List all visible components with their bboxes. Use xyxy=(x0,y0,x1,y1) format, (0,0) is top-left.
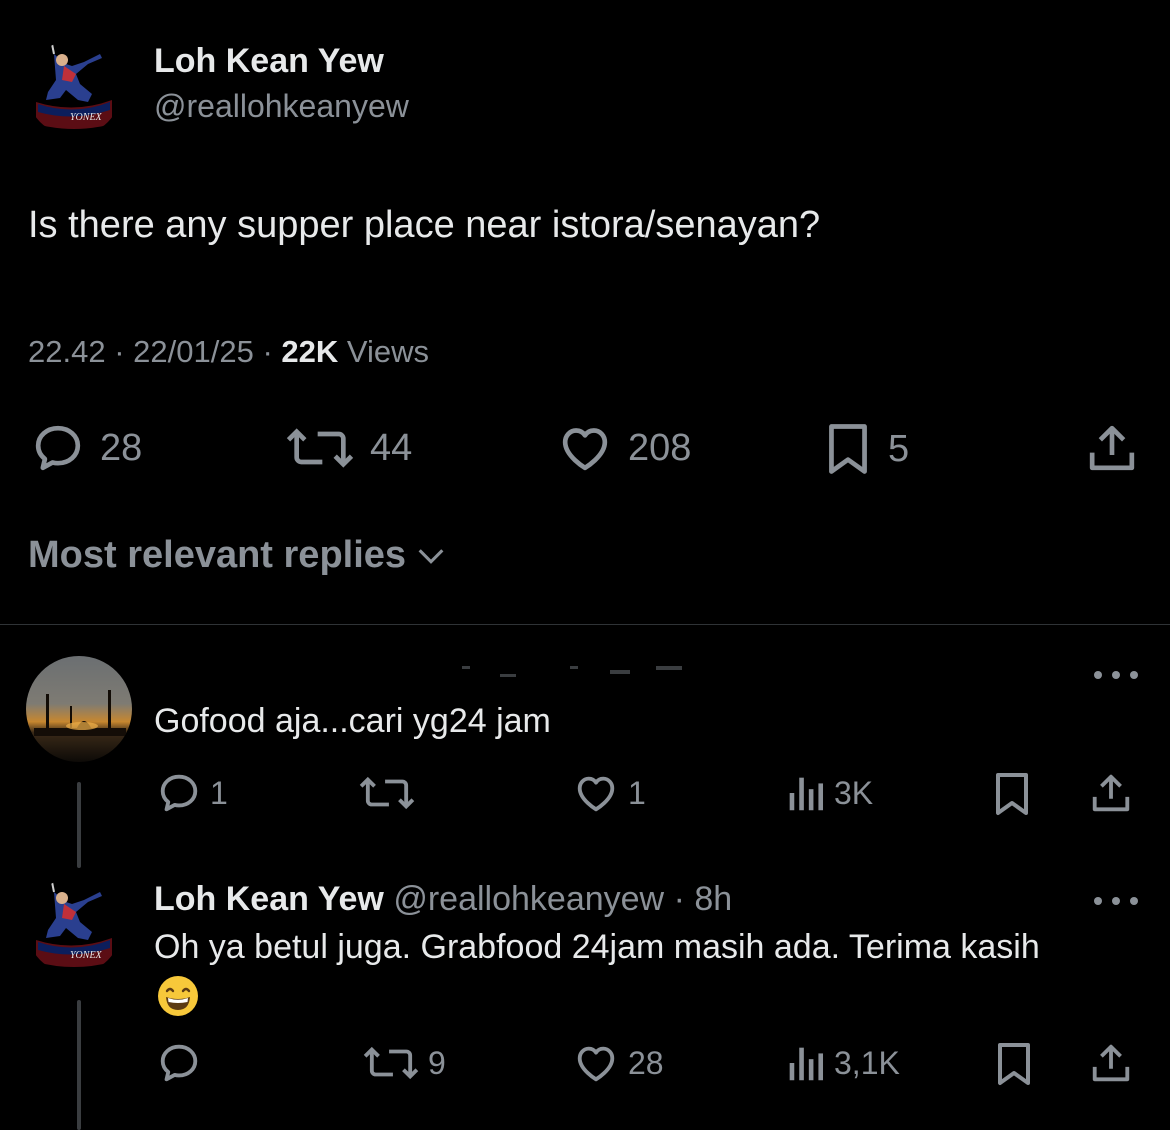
bookmark-count: 5 xyxy=(888,427,910,470)
reply-time[interactable]: 8h xyxy=(694,880,732,918)
like-icon xyxy=(577,776,615,812)
share-button[interactable] xyxy=(1084,420,1140,476)
reply-header: Loh Kean Yew @reallohkeanyew · 8h xyxy=(154,880,732,919)
reply-icon xyxy=(160,1044,198,1082)
like-icon xyxy=(562,428,608,471)
sort-replies-label: Most relevant replies xyxy=(28,534,407,576)
author-name[interactable]: Loh Kean Yew xyxy=(154,42,384,81)
repost-icon xyxy=(363,1046,419,1080)
reply-avatar[interactable]: YONEX xyxy=(26,878,122,974)
thread-line xyxy=(77,1000,81,1130)
bookmark-button[interactable]: 5 xyxy=(822,420,909,478)
tweet-time[interactable]: 22.42 xyxy=(28,334,106,369)
more-options-button[interactable] xyxy=(1094,668,1138,682)
repost-button[interactable]: 9 xyxy=(362,1040,446,1086)
bookmark-button[interactable] xyxy=(992,1040,1036,1088)
tweet-text: Is there any supper place near istora/se… xyxy=(28,204,821,246)
reply-button[interactable]: 1 xyxy=(156,770,228,816)
views-count: 3K xyxy=(834,774,874,811)
share-button[interactable] xyxy=(1088,770,1134,816)
reply-text: Gofood aja...cari yg24 jam xyxy=(154,702,551,740)
like-icon xyxy=(577,1046,615,1082)
sort-replies-dropdown[interactable]: Most relevant replies xyxy=(28,534,448,577)
bookmark-icon xyxy=(998,1043,1030,1085)
repost-button[interactable] xyxy=(358,770,424,816)
tweet-date[interactable]: 22/01/25 xyxy=(133,334,254,369)
views-button[interactable]: 3,1K xyxy=(784,1040,900,1086)
meta-separator: · xyxy=(114,334,125,369)
more-options-button[interactable] xyxy=(1094,894,1138,908)
sunset-mosque-photo-icon xyxy=(26,656,132,762)
chevron-down-icon xyxy=(418,548,444,564)
reply-icon xyxy=(160,774,198,812)
reply-text: Oh ya betul juga. Grabfood 24jam masih a… xyxy=(154,928,1040,966)
reply-author-handle[interactable]: @reallohkeanyew xyxy=(393,880,664,918)
like-count: 208 xyxy=(628,426,692,469)
views-icon xyxy=(789,777,824,811)
repost-button[interactable]: 44 xyxy=(284,420,412,476)
repost-icon xyxy=(359,776,415,810)
views-label: Views xyxy=(346,334,430,369)
views-count: 3,1K xyxy=(834,1044,900,1081)
reply-button[interactable] xyxy=(156,1040,210,1086)
avatar-badge: YONEX xyxy=(70,112,102,123)
reply-avatar[interactable] xyxy=(26,656,132,762)
more-icon xyxy=(1094,671,1102,679)
views-count[interactable]: 22K xyxy=(281,334,338,369)
grinning-face-icon xyxy=(158,976,198,1016)
views-icon xyxy=(789,1047,824,1081)
like-count: 1 xyxy=(628,774,646,811)
like-button[interactable]: 208 xyxy=(556,420,691,476)
author-avatar[interactable]: YONEX xyxy=(26,40,122,136)
share-icon xyxy=(1089,425,1135,471)
avatar-badge: YONEX xyxy=(70,950,102,961)
like-button[interactable]: 28 xyxy=(572,1040,664,1086)
more-icon xyxy=(1094,897,1102,905)
like-button[interactable]: 1 xyxy=(572,770,646,816)
reply-author-name[interactable]: Loh Kean Yew xyxy=(154,880,384,918)
share-icon xyxy=(1092,774,1130,812)
bookmark-icon xyxy=(829,424,867,474)
reply-count: 1 xyxy=(210,774,228,811)
share-button[interactable] xyxy=(1088,1040,1134,1086)
share-icon xyxy=(1092,1044,1130,1082)
author-handle[interactable]: @reallohkeanyew xyxy=(154,88,409,125)
bookmark-icon xyxy=(996,773,1028,815)
reply-icon xyxy=(35,425,81,471)
meta-separator: · xyxy=(262,334,273,369)
thread-line xyxy=(77,782,81,868)
repost-count: 9 xyxy=(428,1044,446,1081)
meta-separator: · xyxy=(673,880,685,918)
reply-count: 28 xyxy=(100,426,143,469)
views-button[interactable]: 3K xyxy=(784,770,873,816)
repost-icon xyxy=(286,428,354,468)
like-count: 28 xyxy=(628,1044,664,1081)
section-divider xyxy=(0,624,1170,625)
repost-count: 44 xyxy=(370,426,413,469)
reply-button[interactable]: 28 xyxy=(30,420,142,476)
tweet-meta: 22.42 · 22/01/25 · 22K Views xyxy=(28,334,429,370)
reply-header-cropped xyxy=(462,666,682,677)
bookmark-button[interactable] xyxy=(990,770,1034,818)
